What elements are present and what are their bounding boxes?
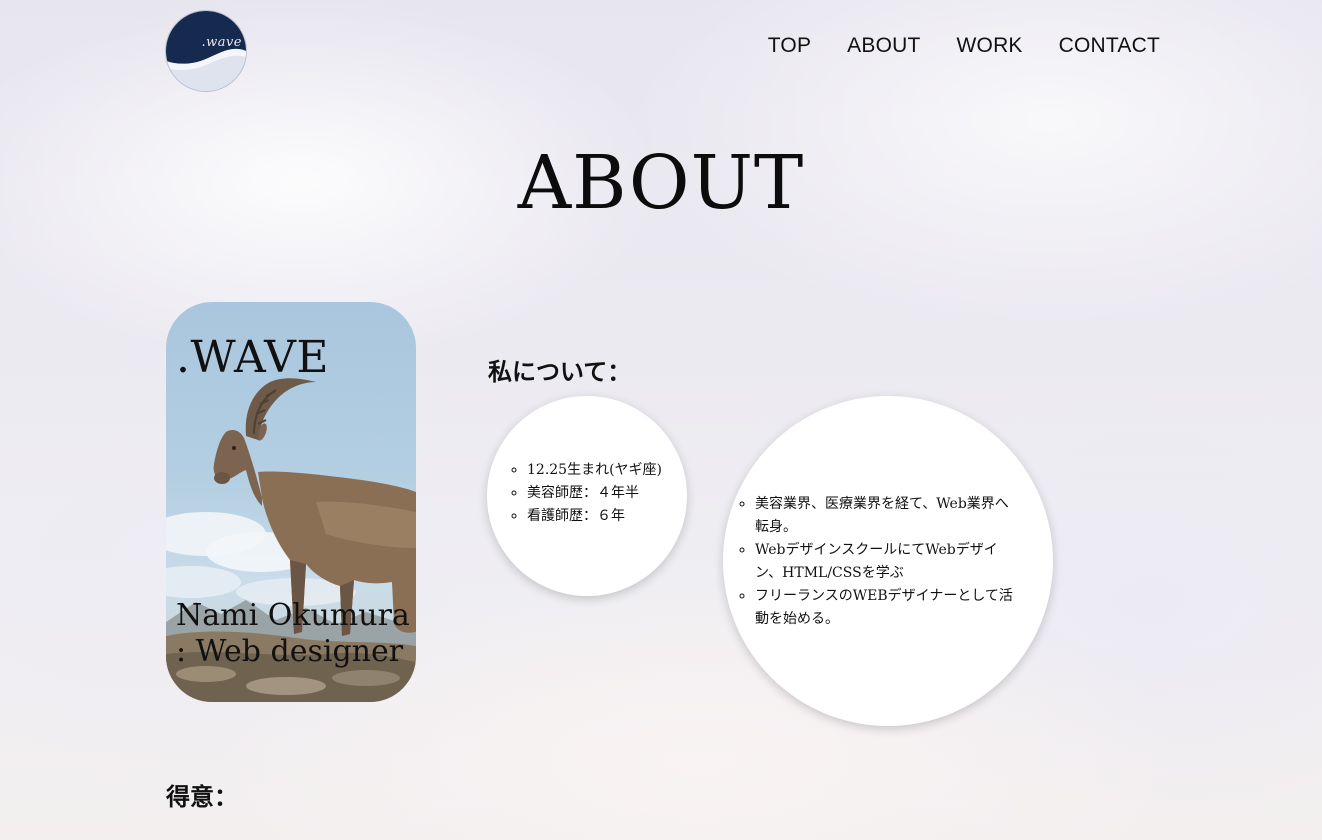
list-item: 12.25生まれ(ヤギ座) (527, 459, 697, 482)
about-heading: 私について： (488, 357, 632, 386)
list-item: 看護師歴：６年 (527, 505, 697, 528)
logo-text: .wave (201, 35, 242, 50)
wave-logo-icon (166, 11, 246, 91)
card-name: Nami Okumura : Web designer (176, 598, 410, 670)
card-name-line2: : Web designer (176, 634, 404, 669)
skills-heading: 得意： (166, 782, 238, 811)
list-item: フリーランスのWEBデザイナーとして活動を始める。 (755, 585, 1019, 631)
logo[interactable]: .wave (166, 11, 246, 91)
personal-info-list: 12.25生まれ(ヤギ座) 美容師歴：４年半 看護師歴：６年 (489, 459, 697, 528)
list-item: 美容業界、医療業界を経て、Web業界へ転身。 (755, 493, 1019, 539)
personal-info-bubble: 12.25生まれ(ヤギ座) 美容師歴：４年半 看護師歴：６年 (487, 396, 687, 596)
nav-top[interactable]: TOP (768, 34, 811, 58)
card-name-line1: Nami Okumura (176, 598, 410, 633)
list-item: WebデザインスクールにてWebデザイン、HTML/CSSを学ぶ (755, 539, 1019, 585)
page-title: ABOUT (517, 140, 805, 226)
profile-card: .WAVE Nami Okumura : Web designer (166, 302, 416, 702)
list-item: 美容師歴：４年半 (527, 482, 697, 505)
nav-about[interactable]: ABOUT (847, 34, 920, 58)
career-list: 美容業界、医療業界を経て、Web業界へ転身。 WebデザインスクールにてWebデ… (723, 493, 1019, 631)
nav-contact[interactable]: CONTACT (1059, 34, 1160, 58)
career-bubble: 美容業界、医療業界を経て、Web業界へ転身。 WebデザインスクールにてWebデ… (723, 396, 1053, 726)
main-nav: TOP ABOUT WORK CONTACT (768, 34, 1160, 58)
nav-work[interactable]: WORK (957, 34, 1023, 58)
card-brand: .WAVE (176, 332, 329, 383)
